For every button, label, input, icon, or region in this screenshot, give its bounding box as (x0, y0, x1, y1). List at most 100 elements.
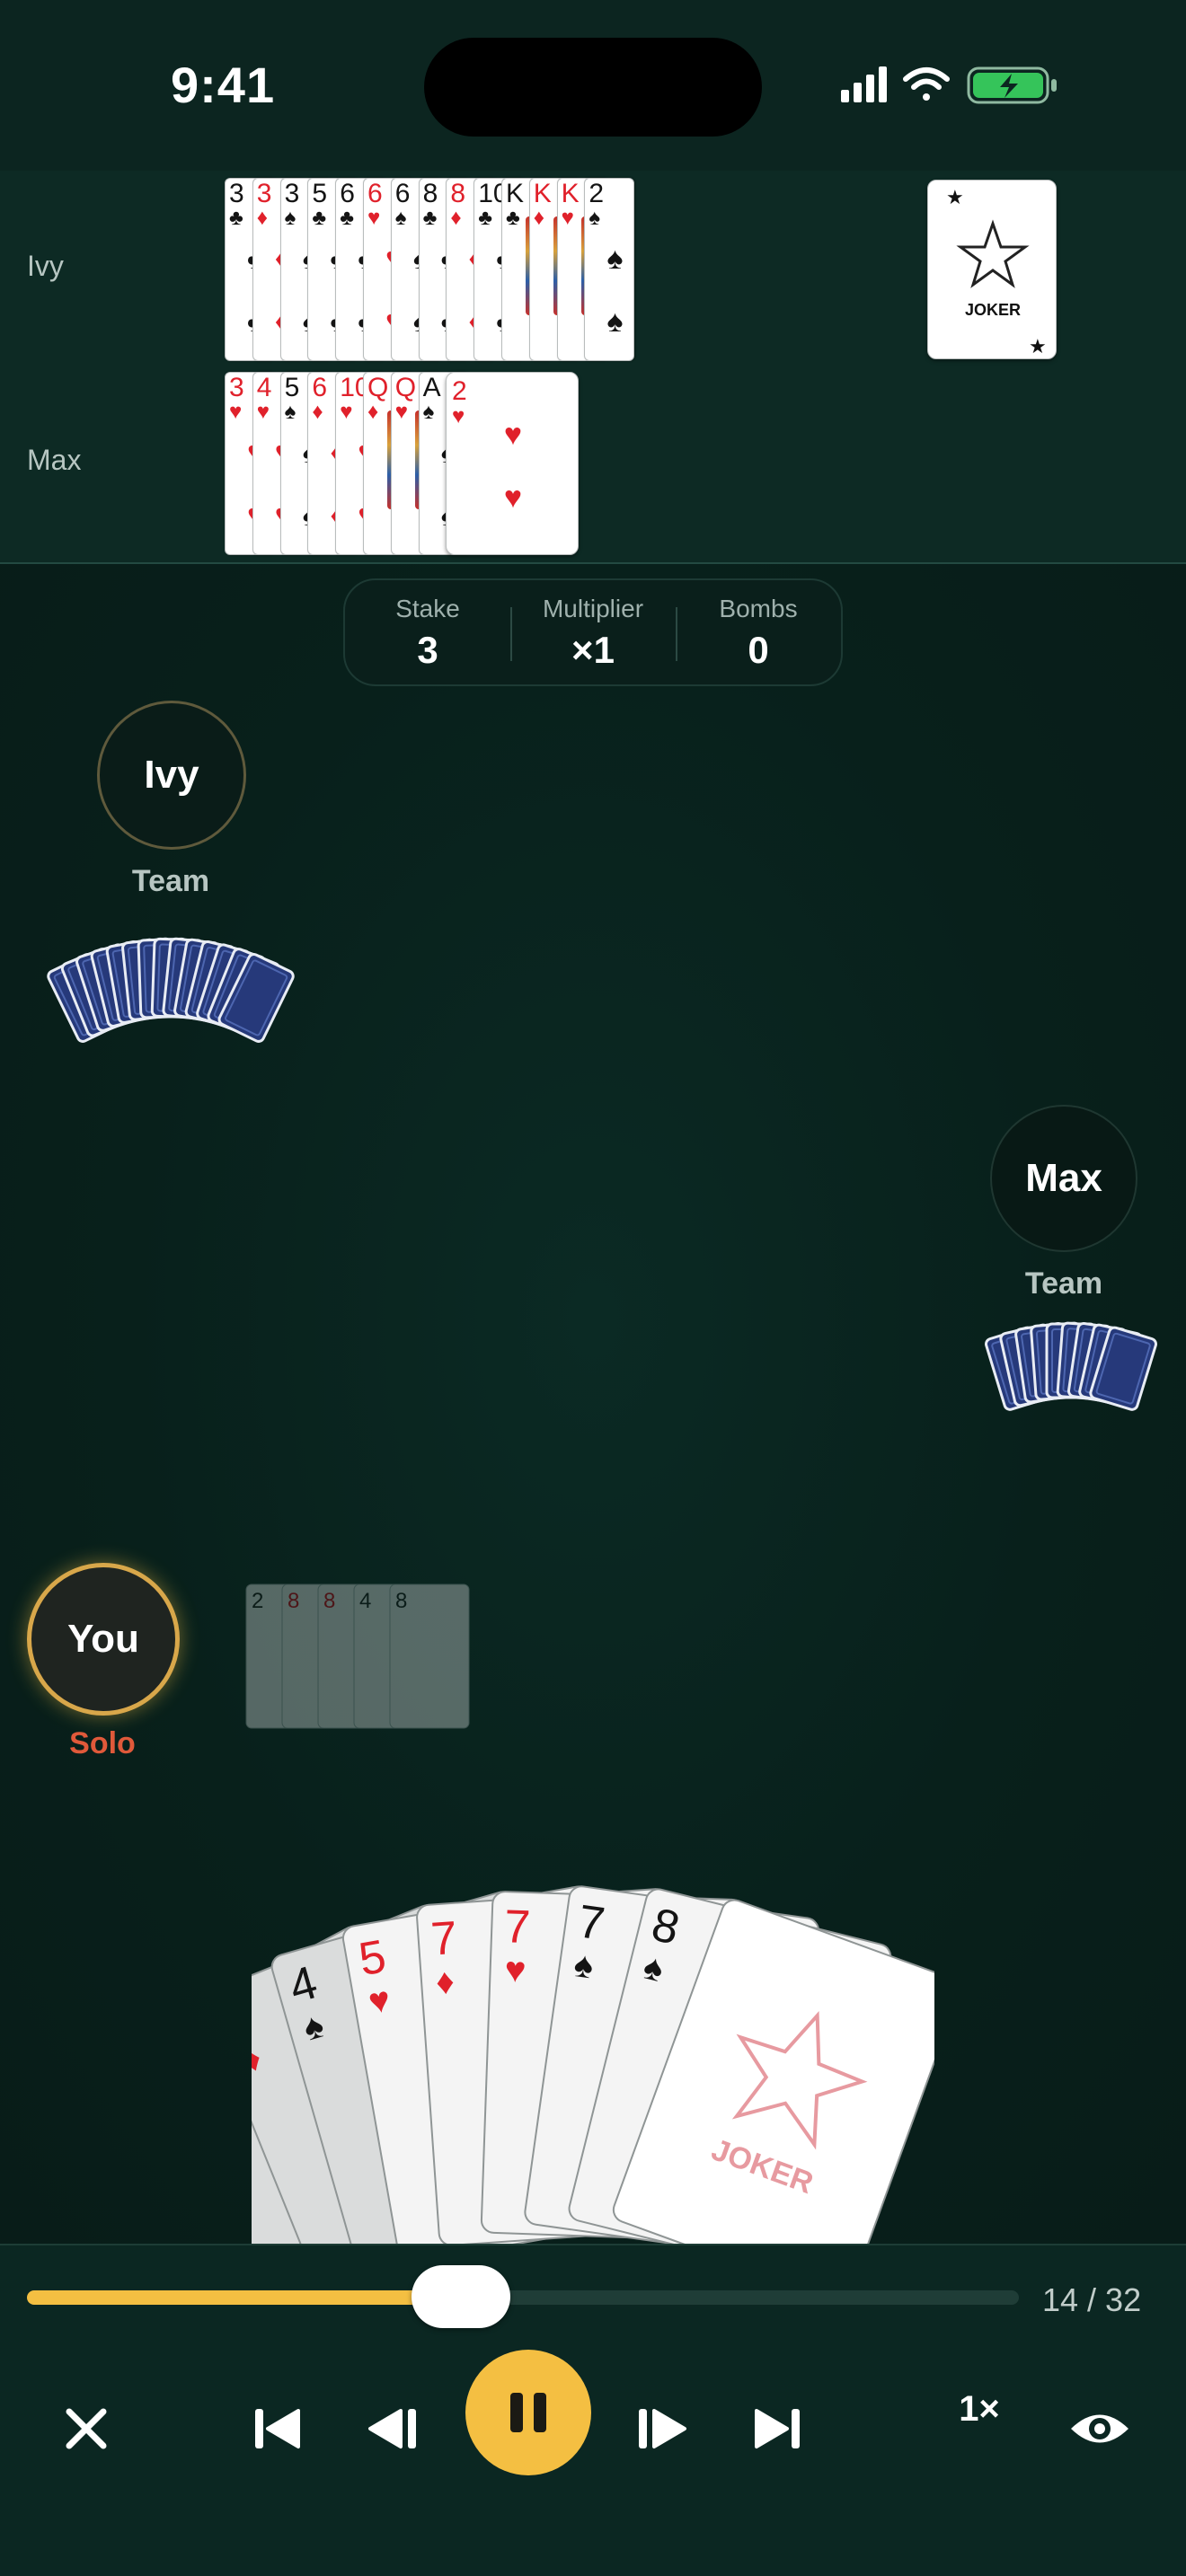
card-suit: ♦ (533, 206, 545, 230)
stats-bar: Stake 3 Multiplier ×1 Bombs 0 (343, 578, 843, 686)
played-card-rank: 2 (252, 1589, 263, 1613)
avatar-max[interactable]: Max (990, 1105, 1137, 1252)
player-hand[interactable]: 4♣4♦4♠5♥7♦7♥7♠8♠♠♠♠♠♠♠♠JOKER (252, 1823, 934, 2254)
card-suit: ♦ (256, 206, 269, 230)
card-pip: ♠ (606, 304, 624, 339)
card-suit: ♦ (367, 400, 379, 424)
skip-forward-icon (755, 2409, 800, 2448)
played-card: 8 (389, 1584, 470, 1729)
close-icon (66, 2408, 107, 2449)
card-rank: 3 (256, 179, 272, 208)
card: 2 ♠ ♠ ♠ (584, 178, 635, 361)
progress-track[interactable] (27, 2265, 1019, 2328)
card-pip: ♥ (504, 481, 522, 515)
avatar-ivy[interactable]: Ivy (97, 701, 246, 850)
card-rank: 6 (394, 179, 411, 208)
stat-stake-label: Stake (395, 595, 460, 622)
pause-icon (510, 2393, 546, 2432)
card-pip: ♥ (504, 418, 522, 452)
card-backs-max (985, 1321, 1157, 1411)
played-card-rank: 8 (395, 1589, 407, 1613)
progress-fill (27, 2290, 461, 2305)
step-forward-button[interactable] (607, 2375, 715, 2483)
card-rank: 2 (589, 179, 605, 208)
card-suit: ♠ (394, 206, 407, 230)
hand-max: 3♥♥♥4♥♥♥5♠♠♠6♦♦♦10♥♥♥Q♦Q♥A♠♠♠2♥♥♥ (225, 372, 764, 555)
card-rank: 6 (367, 179, 383, 208)
avatar-you[interactable]: You (27, 1563, 180, 1716)
hand-label-max: Max (27, 444, 82, 476)
status-icons (841, 66, 1057, 104)
role-ivy: Team (131, 864, 210, 898)
progress-thumb[interactable] (412, 2265, 510, 2328)
card-rank: K (506, 179, 525, 208)
stat-multiplier-value: ×1 (571, 629, 615, 671)
playback-controls: 14 / 32 1× (0, 2244, 1186, 2576)
card-rank: K (533, 179, 552, 208)
signal-icon (841, 66, 887, 102)
card-suit: ♣ (422, 206, 438, 230)
avatar-max-name: Max (1025, 1156, 1102, 1200)
hand-ivy: 3♣♣♣3♦♦♦3♠♠♠5♣♣♣6♣♣♣6♥♥♥6♠♠♠8♣♣♣8♦♦♦10♣♣… (225, 178, 1060, 361)
card-suit: ♥ (394, 400, 409, 424)
card-suit: ♠ (284, 400, 296, 424)
card-rank: Q (367, 373, 389, 402)
card-suit: ♥ (340, 400, 353, 424)
step-back-icon (368, 2409, 416, 2448)
hand-card-rank: 7 (503, 1901, 531, 1954)
reveal-hands-button[interactable] (1046, 2375, 1154, 2483)
hand-card-suit: ♦ (435, 1962, 456, 2002)
card-suit: ♥ (452, 404, 465, 428)
card-suit: ♥ (561, 206, 574, 230)
card-rank: K (561, 179, 580, 208)
close-button[interactable] (32, 2375, 140, 2483)
joker-art: ★ ★ JOKER (946, 186, 1047, 357)
card-rank: 3 (284, 179, 300, 208)
card-face: 2♥♥♥ (452, 376, 522, 515)
step-back-button[interactable] (340, 2375, 447, 2483)
card-suit: ♥ (256, 400, 270, 424)
hand-card-rank: 7 (429, 1912, 459, 1966)
speed-button[interactable]: 1× (934, 2389, 1024, 2430)
last-played-cards: 28848 (245, 1584, 470, 1729)
card-rank: A (422, 373, 441, 402)
card-rank: 4 (256, 373, 272, 402)
progress-text: 14 / 32 (1042, 2281, 1142, 2318)
card-suit: ♦ (312, 400, 323, 424)
card-suit: ♣ (312, 206, 327, 230)
skip-to-start-button[interactable] (223, 2375, 331, 2483)
card-rank: 3 (229, 179, 244, 208)
played-card-rank: 8 (288, 1589, 299, 1613)
played-card-rank: 8 (323, 1589, 335, 1613)
hand-card-suit: ♥ (504, 1950, 527, 1990)
card-rank: 8 (450, 179, 466, 208)
card-suit: ♠ (422, 400, 435, 424)
card-rank: Q (394, 373, 417, 402)
eye-icon (1071, 2414, 1128, 2443)
stat-stake: Stake 3 (345, 580, 510, 684)
status-bar: 9:41 (0, 0, 1186, 171)
step-forward-icon (639, 2409, 686, 2448)
card-rank: 2 (452, 376, 467, 406)
pause-button[interactable] (465, 2350, 591, 2475)
stat-bombs-label: Bombs (719, 595, 798, 622)
card-suit: ♣ (506, 206, 520, 230)
stat-multiplier: Multiplier ×1 (510, 580, 676, 684)
joker-card: ★ ★ JOKER (927, 180, 1057, 359)
card-rank: 8 (422, 179, 438, 208)
dynamic-island (424, 38, 762, 137)
joker-label: JOKER (965, 301, 1021, 319)
role-you: Solo (69, 1726, 136, 1760)
role-max: Team (1024, 1266, 1103, 1301)
card-suit: ♠ (589, 206, 601, 230)
battery-icon (967, 66, 1057, 104)
svg-text:★: ★ (946, 186, 964, 208)
card-rank: 6 (312, 373, 328, 402)
skip-to-end-button[interactable] (724, 2375, 832, 2483)
card: 2 ♥ ♥ ♥ (446, 372, 579, 555)
avatar-you-name: You (67, 1617, 139, 1661)
hand-label-ivy: Ivy (27, 250, 64, 282)
skip-back-icon (255, 2409, 300, 2448)
card-suit: ♣ (340, 206, 354, 230)
stat-multiplier-label: Multiplier (542, 595, 644, 622)
